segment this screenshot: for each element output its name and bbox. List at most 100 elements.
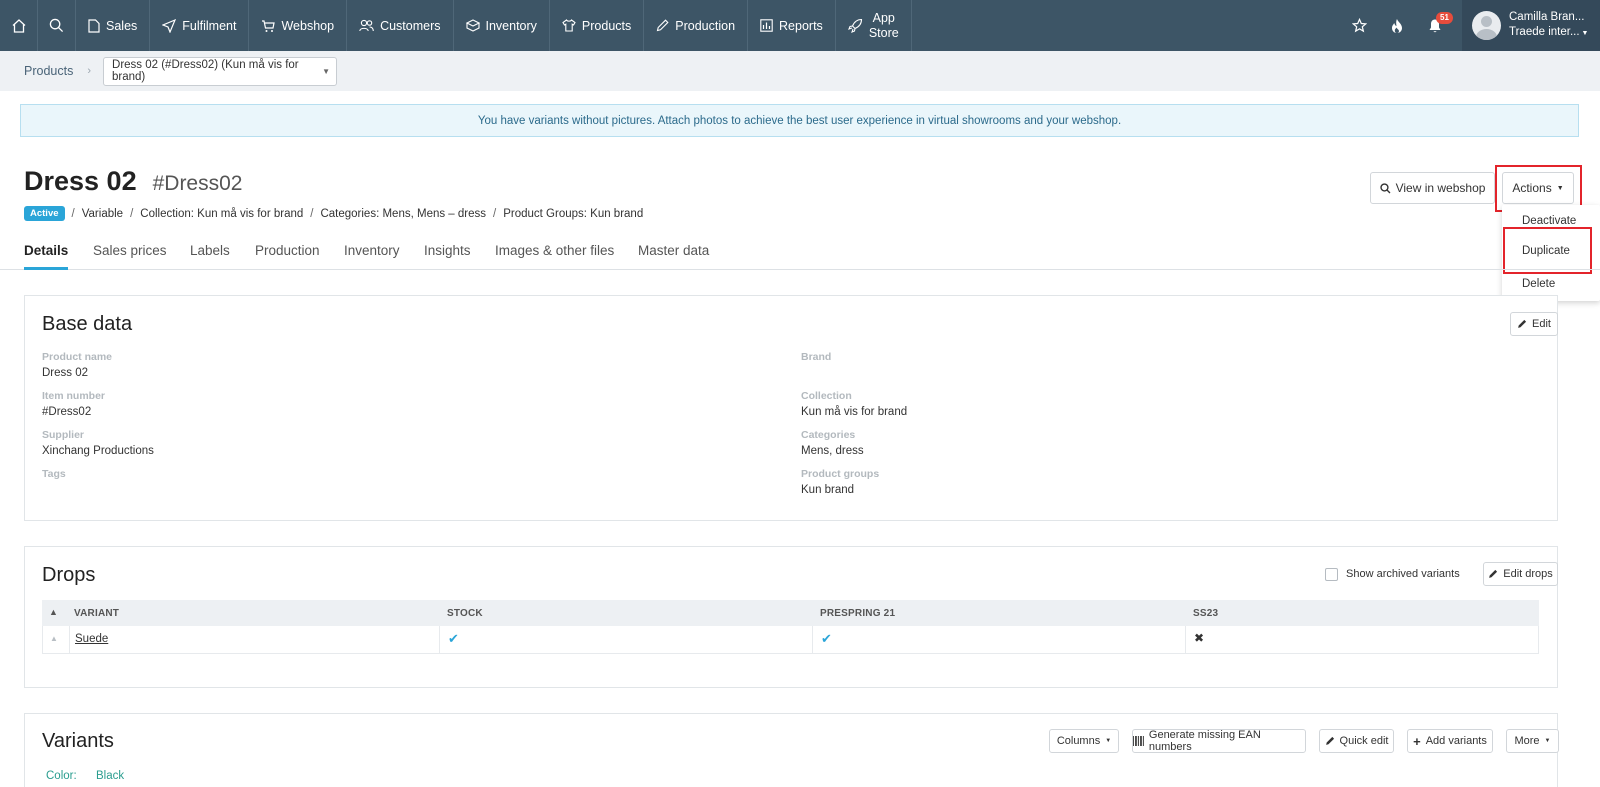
field-label-item-number: Item number <box>42 390 106 402</box>
base-data-card: Base data Edit Product name Dress 02 Ite… <box>24 295 1558 521</box>
nav-inventory-label: Inventory <box>485 18 537 33</box>
nav-production-label: Production <box>675 18 736 33</box>
caret-down-icon: ▼ <box>1556 184 1564 192</box>
field-label-product-name: Product name <box>42 351 113 363</box>
app-store-line2: Store <box>868 25 899 40</box>
tab-insights[interactable]: Insights <box>424 243 471 258</box>
tab-details[interactable]: Details <box>24 243 68 258</box>
edit-drops-button[interactable]: Edit drops <box>1483 562 1558 586</box>
nav-webshop[interactable]: Webshop <box>249 0 348 51</box>
tab-production[interactable]: Production <box>255 243 320 258</box>
table-row: ▲ Suede ✔ ✔ ✖ <box>42 626 1539 654</box>
cross-icon: ✖ <box>1194 631 1205 645</box>
barcode-icon <box>1133 736 1144 746</box>
chart-icon <box>760 19 773 32</box>
notifications-button[interactable]: 51 <box>1416 0 1454 51</box>
tab-labels[interactable]: Labels <box>190 243 230 258</box>
product-type: Variable <box>81 207 124 220</box>
nav-customers[interactable]: Customers <box>347 0 454 51</box>
activity-button[interactable] <box>1378 0 1416 51</box>
product-number: #Dress02 <box>152 172 243 195</box>
view-in-webshop-button[interactable]: View in webshop <box>1370 172 1495 204</box>
tab-inventory[interactable]: Inventory <box>344 243 400 258</box>
box-icon <box>465 19 480 32</box>
col-stock: STOCK <box>447 608 483 619</box>
user-menu[interactable]: Camilla Bran... Traede inter... ▼ <box>1462 0 1600 51</box>
meta-separator: / <box>493 207 497 220</box>
nav-app-store-label: App Store <box>869 11 899 41</box>
caret-down-icon: ▼ <box>1105 738 1112 744</box>
variants-title: Variants <box>42 730 114 752</box>
field-value-product-groups: Kun brand <box>801 484 855 496</box>
column-divider <box>69 626 70 653</box>
nav-products[interactable]: Products <box>550 0 645 51</box>
rocket-icon <box>847 18 862 33</box>
generate-ean-button[interactable]: Generate missing EAN numbers <box>1132 729 1306 753</box>
color-filter-label: Color: <box>46 770 77 782</box>
tab-sales-prices[interactable]: Sales prices <box>93 243 167 258</box>
actions-label: Actions <box>1512 181 1552 195</box>
check-icon: ✔ <box>448 631 459 646</box>
tab-images-files[interactable]: Images & other files <box>495 243 614 258</box>
page-title: Dress 02 #Dress02 <box>24 166 242 197</box>
pencil-icon <box>657 19 669 32</box>
home-button[interactable] <box>0 0 38 51</box>
nav-sales[interactable]: Sales <box>76 0 151 51</box>
menu-item-delete[interactable]: Delete <box>1522 278 1555 290</box>
variants-card: Variants Columns ▼ Generate missing EAN … <box>24 713 1559 787</box>
missing-pictures-alert: You have variants without pictures. Atta… <box>20 104 1579 137</box>
product-groups: Product Groups: Kun brand <box>503 207 644 220</box>
more-button[interactable]: More ▼ <box>1506 729 1559 753</box>
nav-inventory[interactable]: Inventory <box>454 0 550 51</box>
nav-production[interactable]: Production <box>644 0 749 51</box>
collapse-all-icon[interactable]: ▲ <box>49 607 58 617</box>
add-variants-button[interactable]: + Add variants <box>1407 729 1493 753</box>
col-prespring21: PRESPRING 21 <box>820 608 896 619</box>
columns-button[interactable]: Columns ▼ <box>1049 729 1119 753</box>
plus-icon: + <box>1413 733 1421 749</box>
drops-title: Drops <box>42 564 96 586</box>
view-in-webshop-label: View in webshop <box>1395 181 1486 195</box>
column-divider <box>812 626 813 653</box>
breadcrumb-products-link[interactable]: Products <box>24 64 73 78</box>
color-filter-value[interactable]: Black <box>96 770 124 782</box>
field-value-collection: Kun må vis for brand <box>801 406 908 418</box>
nav-fulfilment[interactable]: Fulfilment <box>150 0 250 51</box>
meta-separator: / <box>130 207 134 220</box>
quick-edit-label: Quick edit <box>1339 735 1389 747</box>
flame-icon <box>1392 18 1402 33</box>
nav-reports[interactable]: Reports <box>748 0 836 51</box>
favorites-button[interactable] <box>1340 0 1378 51</box>
more-label: More <box>1514 735 1540 747</box>
notification-count-badge: 51 <box>1436 12 1453 24</box>
column-divider <box>1185 626 1186 653</box>
product-select[interactable]: Dress 02 (#Dress02) (Kun må vis for bran… <box>103 56 338 86</box>
variant-link-suede[interactable]: Suede <box>75 633 108 645</box>
quick-edit-button[interactable]: Quick edit <box>1319 729 1394 753</box>
edit-base-data-button[interactable]: Edit <box>1510 312 1558 336</box>
app-store-line1: App <box>872 10 895 25</box>
nav-app-store[interactable]: App Store <box>836 0 912 51</box>
nav-customers-label: Customers <box>380 18 441 33</box>
product-name-heading: Dress 02 <box>24 166 137 196</box>
generate-ean-label: Generate missing EAN numbers <box>1148 729 1261 753</box>
add-variants-label: Add variants <box>1425 735 1487 747</box>
active-tab-indicator <box>24 267 68 270</box>
chevron-right-icon: › <box>87 65 92 77</box>
actions-button[interactable]: Actions ▼ <box>1502 172 1574 204</box>
tab-master-data[interactable]: Master data <box>638 243 709 258</box>
product-tabs: Details Sales prices Labels Production I… <box>0 235 1600 270</box>
expand-row-icon[interactable]: ▲ <box>50 634 58 643</box>
pencil-icon <box>1489 569 1498 578</box>
show-archived-checkbox[interactable] <box>1325 568 1338 581</box>
edit-drops-label: Edit drops <box>1503 568 1553 580</box>
field-label-product-groups: Product groups <box>801 468 880 480</box>
search-button[interactable] <box>38 0 76 51</box>
show-archived-label[interactable]: Show archived variants <box>1346 568 1460 580</box>
menu-item-deactivate[interactable]: Deactivate <box>1522 215 1576 227</box>
check-icon: ✔ <box>821 631 832 646</box>
nav-right: 51 Camilla Bran... Traede inter... ▼ <box>1340 0 1600 51</box>
pencil-icon <box>1325 736 1334 745</box>
pencil-icon <box>1518 319 1527 328</box>
caret-down-icon: ▼ <box>1581 30 1589 37</box>
